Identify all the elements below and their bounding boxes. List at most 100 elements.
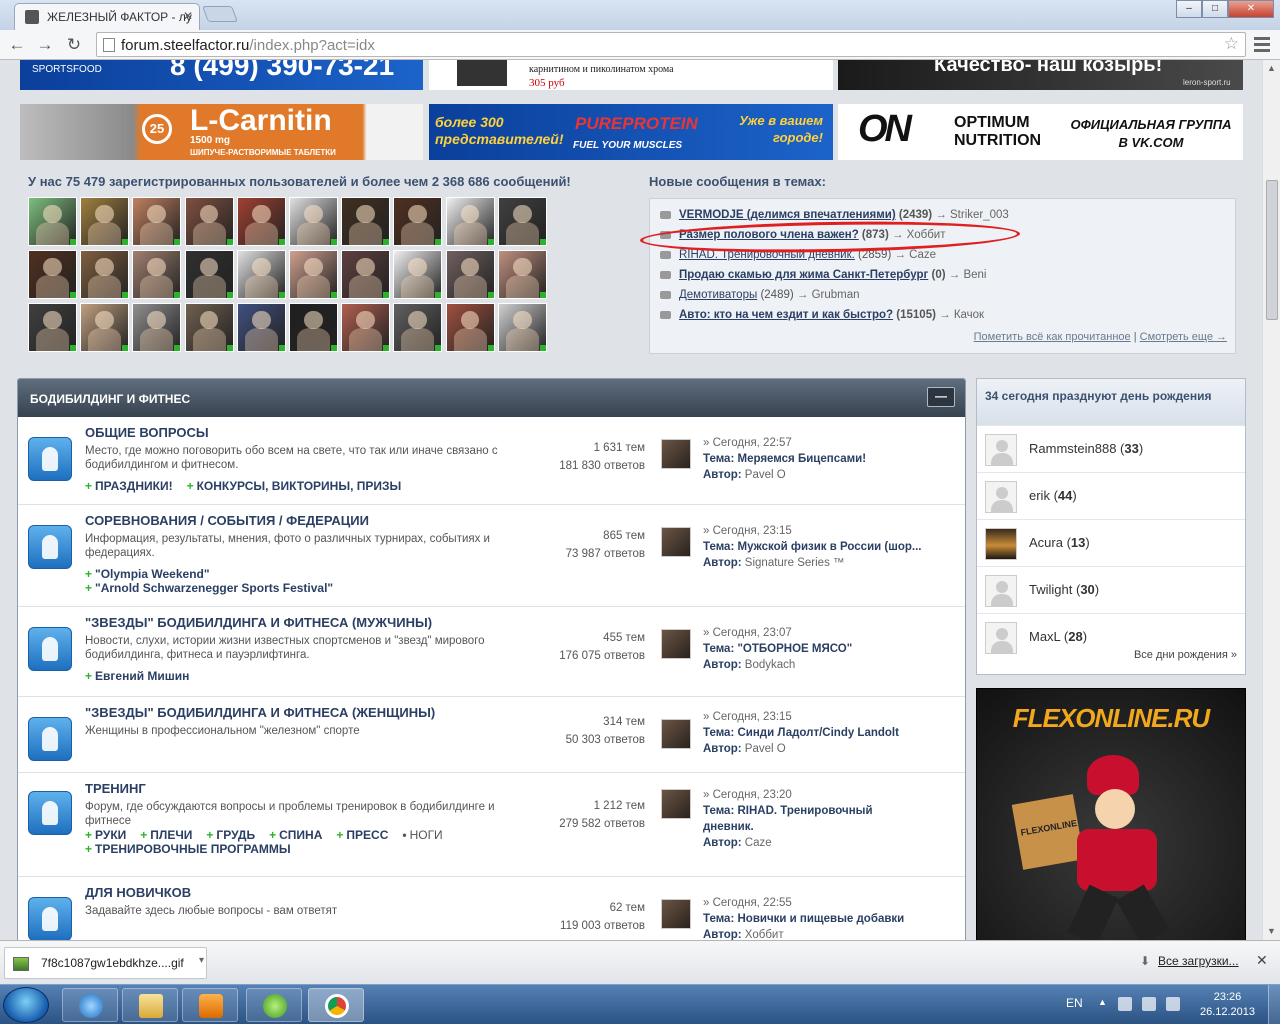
user-avatar[interactable] [445,303,495,352]
birthday-name[interactable]: Rammstein888 (33) [1029,441,1143,456]
forum-title-link[interactable]: ОБЩИЕ ВОПРОСЫ [85,425,209,440]
user-avatar[interactable] [184,197,234,246]
close-downloads-icon[interactable]: ✕ [1256,952,1268,969]
taskbar-utorrent[interactable] [246,988,302,1022]
banner-l-carnitin[interactable]: 25 L-Carnitin 1500 mg ШИПУЧЕ-РАСТВОРИМЫЕ… [20,104,423,160]
last-poster-avatar[interactable] [661,899,691,929]
user-avatar[interactable] [497,250,547,299]
last-poster-avatar[interactable] [661,629,691,659]
language-indicator[interactable]: EN [1066,996,1083,1010]
user-avatar[interactable] [184,250,234,299]
new-post-topic-link[interactable]: Продаю скамью для жима Санкт-Петербург [679,269,928,281]
all-downloads-link[interactable]: Все загрузки... [1158,954,1239,968]
scroll-down-icon[interactable]: ▼ [1267,926,1276,936]
birthday-name[interactable]: erik (44) [1029,488,1077,503]
subforum-item[interactable]: + ГРУДЬ [206,828,255,842]
user-avatar[interactable] [80,197,130,246]
download-item[interactable]: 7f8c1087gw1ebdkhze....gif ▾ [4,947,207,979]
last-poster-avatar[interactable] [661,719,691,749]
taskbar-chrome[interactable] [308,988,364,1022]
back-arrow-icon[interactable]: ← [6,34,28,56]
show-desktop-button[interactable] [1268,985,1280,1024]
banner-leron-sport[interactable]: Качество- наш козырь! leron-sport.ru [838,60,1243,90]
forum-icon[interactable] [28,717,72,761]
last-poster-avatar[interactable] [661,789,691,819]
close-window-button[interactable]: ✕ [1228,0,1274,18]
taskbar-media-player[interactable] [182,988,238,1022]
subforum-item[interactable]: + "Arnold Schwarzenegger Sports Festival" [85,581,333,595]
user-avatar[interactable] [236,197,286,246]
taskbar-ie[interactable] [62,988,118,1022]
birthday-name[interactable]: MaxL (28) [1029,629,1087,644]
banner-pureprotein[interactable]: более 300 представителей! PUREPROTEIN FU… [429,104,833,160]
subforum-item[interactable]: + ПРЕСС [336,828,388,842]
last-post-author-link[interactable]: Pavel O [745,469,786,481]
subforum-item[interactable]: • НОГИ [402,828,442,842]
user-avatar[interactable] [289,303,338,352]
user-avatar[interactable] [289,197,338,246]
subforum-item[interactable]: + ПЛЕЧИ [140,828,192,842]
user-avatar[interactable] [80,303,130,352]
last-post-topic-link-cont[interactable]: дневник. [703,821,754,833]
bookmark-star-icon[interactable]: ☆ [1224,34,1239,54]
birthday-user[interactable]: Acura (13) [977,519,1245,566]
user-avatar[interactable] [445,197,495,246]
forum-icon[interactable] [28,437,72,481]
birthday-name[interactable]: Twilight (30) [1029,582,1099,597]
scrollbar-thumb[interactable] [1266,180,1278,320]
last-poster-avatar[interactable] [661,527,691,557]
last-post-topic-link[interactable]: RIHAD. Тренировочный [737,805,872,817]
user-avatar[interactable] [289,250,338,299]
user-avatar[interactable] [341,250,391,299]
tab-close-icon[interactable]: ✕ [183,9,193,23]
forum-icon[interactable] [28,897,72,940]
forward-arrow-icon[interactable]: → [34,34,56,56]
last-post-topic-link[interactable]: Меряемся Бицепсами! [737,453,866,465]
user-avatar[interactable] [236,250,286,299]
user-avatar[interactable] [393,303,443,352]
user-avatar[interactable] [132,197,182,246]
last-post-author-link[interactable]: Bodykach [745,659,796,671]
subforum-item[interactable]: + РУКИ [85,828,126,842]
last-post-author-link[interactable]: Хоббит [745,929,784,940]
address-bar[interactable]: forum.steelfactor.ru/index.php?act=idx ☆ [96,32,1246,57]
forum-icon[interactable] [28,627,72,671]
user-avatar[interactable] [985,481,1017,513]
user-avatar[interactable] [28,197,77,246]
banner-flexonline[interactable]: FLEXONLINE.RU FLEXONLINE [976,688,1246,940]
forum-icon[interactable] [28,525,72,569]
user-avatar[interactable] [985,434,1017,466]
new-tab-button[interactable] [202,6,238,22]
page-scrollbar[interactable]: ▲ ▼ [1262,60,1280,940]
user-avatar[interactable] [236,303,286,352]
forum-title-link[interactable]: СОРЕВНОВАНИЯ / СОБЫТИЯ / ФЕДЕРАЦИИ [85,513,369,528]
banner-optimum-nutrition[interactable]: ON OPTIMUM NUTRITION ОФИЦИАЛЬНАЯ ГРУППА … [838,104,1243,160]
forum-title-link[interactable]: ТРЕНИНГ [85,781,146,796]
forum-title-link[interactable]: "ЗВЕЗДЫ" БОДИБИЛДИНГА И ФИТНЕСА (МУЖЧИНЫ… [85,615,432,630]
last-post-author-link[interactable]: Pavel O [745,743,786,755]
action-center-icon[interactable] [1118,997,1132,1011]
user-avatar[interactable] [132,303,182,352]
minimize-button[interactable]: ‒ [1176,0,1202,18]
chevron-down-icon[interactable]: ▾ [199,955,204,966]
last-post-author-link[interactable]: Caze [745,837,772,849]
user-avatar[interactable] [393,250,443,299]
user-avatar[interactable] [80,250,130,299]
all-birthdays-link[interactable]: Все дни рождения » [977,649,1237,661]
maximize-button[interactable]: □ [1202,0,1228,18]
last-post-topic-link[interactable]: Новички и пищевые добавки [737,913,904,925]
mark-all-read-link[interactable]: Пометить всё как прочитанное [974,331,1131,343]
forum-icon[interactable] [28,791,72,835]
birthday-user[interactable]: Twilight (30) [977,566,1245,613]
user-avatar[interactable] [393,197,443,246]
scroll-up-icon[interactable]: ▲ [1267,63,1276,73]
subforum-item[interactable]: + ТРЕНИРОВОЧНЫЕ ПРОГРАММЫ [85,842,291,856]
banner-sportsfood[interactable]: SPORTSFOOD 8 (499) 390-73-21 [20,60,423,90]
subforum-item[interactable]: + КОНКУРСЫ, ВИКТОРИНЫ, ПРИЗЫ [187,479,402,493]
last-post-topic-link[interactable]: Синди Ладолт/Cindy Landolt [737,727,898,739]
subforum-item[interactable]: + "Olympia Weekend" [85,567,210,581]
user-avatar[interactable] [28,303,77,352]
volume-icon[interactable] [1166,997,1180,1011]
user-avatar[interactable] [985,575,1017,607]
user-avatar[interactable] [497,303,547,352]
